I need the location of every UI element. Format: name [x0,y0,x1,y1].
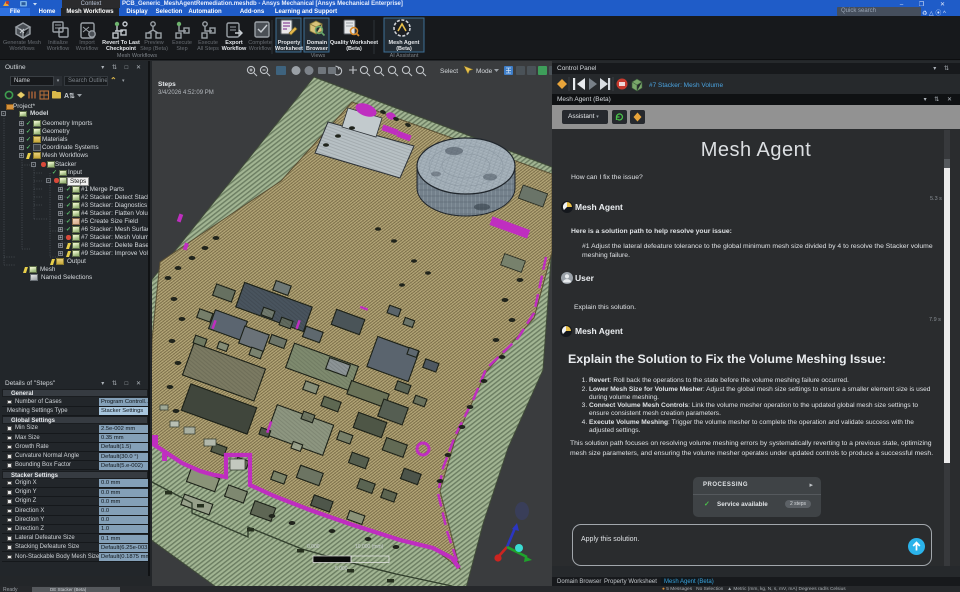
svg-text:A⇅: A⇅ [64,92,75,100]
svg-text:Mode: Mode [476,68,493,75]
svg-text:0.000: 0.000 [307,544,320,550]
svg-text:10.000 (mm): 10.000 (mm) [355,544,384,550]
svg-text:#7 Stacker: Mesh Volume: #7 Stacker: Mesh Volume [649,82,723,89]
svg-text:5.000: 5.000 [335,566,348,572]
svg-text:Select: Select [440,68,458,75]
